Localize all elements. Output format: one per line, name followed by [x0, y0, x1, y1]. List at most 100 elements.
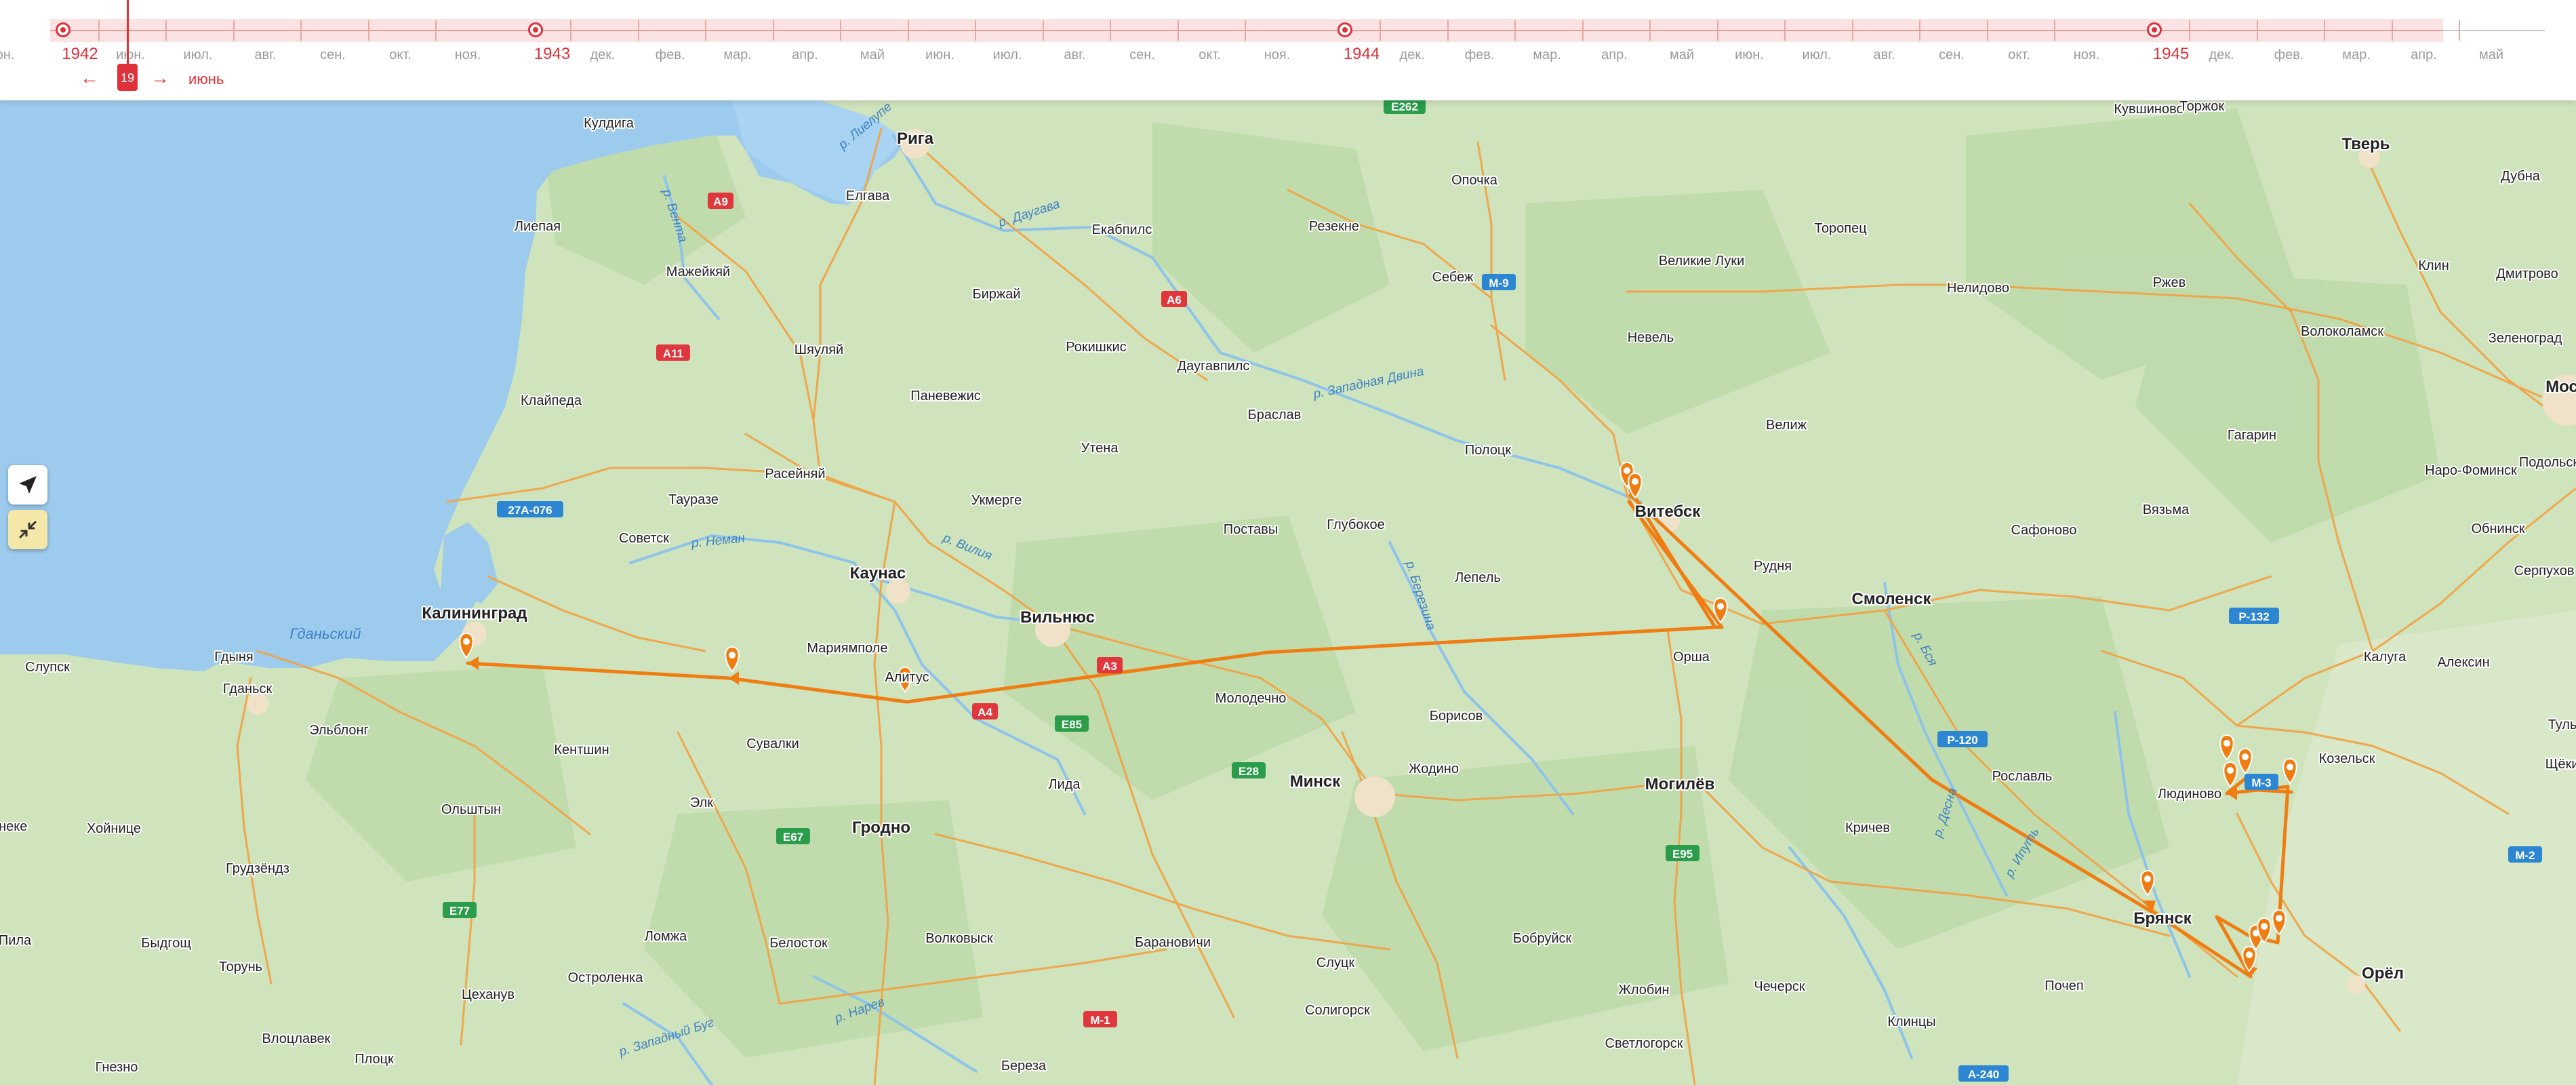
timeline-month-label[interactable]: июн. — [925, 47, 954, 63]
city-label: Чечерск — [1754, 979, 1805, 994]
timeline-year-label[interactable]: 1944 — [1344, 45, 1380, 64]
timeline-month-label[interactable]: дек. — [590, 47, 615, 63]
city-label: Клайпеда — [521, 393, 582, 408]
timeline-month-label[interactable]: дек. — [2209, 47, 2234, 63]
timeline-tick — [2391, 20, 2393, 41]
timeline-month-label[interactable]: июн. — [1735, 47, 1764, 63]
timeline-month-label[interactable]: ноя. — [1264, 47, 1291, 63]
city-label: Даугавпилс — [1178, 359, 1250, 374]
timeline-month-label[interactable]: май — [860, 47, 885, 63]
timeline-cursor-day[interactable]: 19 — [117, 64, 138, 91]
timeline-bar[interactable]: июн. июл. авг. сен. окт. ноя. дек. фев. мар. апр.… — [0, 0, 2576, 100]
city-label: Слупск — [25, 660, 70, 675]
timeline-tick — [233, 20, 235, 41]
city-label: Людиново — [2158, 787, 2221, 802]
city-label: Гдыня — [214, 650, 253, 665]
timeline-tick — [1380, 20, 1381, 41]
timeline-month-label[interactable]: окт. — [389, 47, 411, 63]
map-canvas[interactable]: Рига Кулдига Лиепая Елгава Мажейкяй Шяуляй Кла… — [0, 0, 2576, 1085]
road-shield-label: M-9 — [1489, 277, 1508, 290]
timeline-month-label[interactable]: ноя. — [2074, 47, 2100, 63]
city-label: Подольск — [2519, 455, 2576, 470]
timeline-month-label[interactable]: авг. — [1064, 47, 1085, 63]
year-marker-icon[interactable] — [1337, 22, 1352, 37]
city-label: Барановичи — [1135, 935, 1211, 950]
year-marker-icon[interactable] — [56, 22, 71, 37]
timeline-month-label[interactable]: дек. — [1399, 47, 1424, 63]
city-label: Опочка — [1451, 173, 1498, 188]
timeline-tick — [637, 20, 639, 41]
timeline-month-label[interactable]: июл. — [993, 47, 1022, 63]
city-label: Великие Луки — [1659, 254, 1745, 269]
city-label: Лепель — [1455, 570, 1501, 585]
city-label: Обнинск — [2471, 521, 2524, 536]
timeline-month-label[interactable]: июн. — [116, 47, 145, 63]
timeline-month-label[interactable]: окт. — [1199, 47, 1221, 63]
timeline-tick — [2189, 20, 2190, 41]
timeline-year-label[interactable]: 1943 — [534, 45, 570, 64]
timeline-month-label[interactable]: сен. — [1939, 47, 1965, 63]
timeline-month-label[interactable]: авг. — [254, 47, 276, 63]
city-label: Хойнице — [87, 821, 141, 836]
timeline-month-label[interactable]: мар. — [1533, 47, 1561, 63]
timeline-month-label[interactable]: апр. — [792, 47, 818, 63]
city-label: Минск — [1290, 772, 1342, 791]
locate-button[interactable] — [8, 465, 47, 505]
timeline-month-label[interactable]: июл. — [184, 47, 213, 63]
road-shield-label: E67 — [783, 831, 803, 844]
city-label: Кричев — [1845, 821, 1890, 835]
road-shield-label: E85 — [1062, 718, 1082, 731]
city-label: Влоцлавек — [262, 1031, 331, 1046]
timeline-month-label[interactable]: окт. — [2008, 47, 2030, 63]
city-label: Сафоново — [2011, 523, 2076, 538]
city-label: Алексин — [2437, 655, 2489, 670]
current-month-label: июнь — [188, 71, 224, 87]
timeline-cursor[interactable] — [127, 0, 129, 68]
city-label: Серпухов — [2514, 564, 2574, 578]
timeline-tick — [1177, 20, 1179, 41]
timeline-month-label[interactable]: мар. — [2342, 47, 2371, 63]
timeline-month-label[interactable]: мар. — [723, 47, 752, 63]
city-label: Кувшиново — [2114, 102, 2183, 117]
city-label: Паневежис — [910, 389, 981, 403]
timeline-month-label[interactable]: апр. — [1601, 47, 1628, 63]
water-label: Гданьский — [290, 625, 361, 642]
timeline-tick — [1986, 20, 1988, 41]
timeline-month-label[interactable]: май — [1670, 47, 1694, 63]
timeline-month-label[interactable]: сен. — [1129, 47, 1155, 63]
timeline-year-label[interactable]: 1945 — [2153, 45, 2189, 64]
prev-month-arrow-icon[interactable]: ← — [80, 68, 99, 88]
city-label: Резекне — [1309, 219, 1359, 234]
city-label: Калининград — [422, 604, 527, 623]
road-shield-label: E262 — [1391, 100, 1418, 113]
timeline-month-label[interactable]: ноя. — [455, 47, 481, 63]
collapse-button[interactable] — [8, 510, 47, 549]
city-label: Браслав — [1248, 408, 1302, 422]
city-label: Вязьма — [2143, 502, 2190, 517]
next-month-arrow-icon[interactable]: → — [150, 68, 169, 88]
timeline-month-label[interactable]: сен. — [320, 47, 346, 63]
city-label: Туль — [2548, 717, 2576, 732]
timeline-tick — [1447, 20, 1449, 41]
city-label: Клинцы — [1887, 1014, 1935, 1029]
timeline-month-label[interactable]: фев. — [1465, 47, 1495, 63]
timeline-tick — [1245, 20, 1246, 41]
timeline-month-label[interactable]: фев. — [2274, 47, 2304, 63]
city-label: Клин — [2418, 258, 2449, 273]
timeline-month-label[interactable]: авг. — [1873, 47, 1895, 63]
timeline-month-label[interactable]: июн. — [0, 47, 14, 63]
timeline-year-label[interactable]: 1942 — [62, 45, 98, 64]
city-label: Глубокое — [1327, 517, 1384, 532]
year-marker-icon[interactable] — [2146, 22, 2162, 37]
city-label: Вильнюс — [1020, 608, 1095, 627]
road-shield-label: A11 — [663, 347, 683, 360]
timeline-month-label[interactable]: июл. — [1803, 47, 1832, 63]
timeline-month-label[interactable]: май — [2479, 47, 2503, 63]
timeline-tick — [1582, 20, 1584, 41]
timeline-month-label[interactable]: апр. — [2411, 47, 2437, 63]
year-marker-icon[interactable] — [527, 22, 543, 37]
timeline-month-label[interactable]: фев. — [656, 47, 685, 63]
timeline-tick — [1784, 20, 1786, 41]
timeline-tick — [907, 20, 909, 41]
road-shield-label: E77 — [449, 905, 470, 918]
